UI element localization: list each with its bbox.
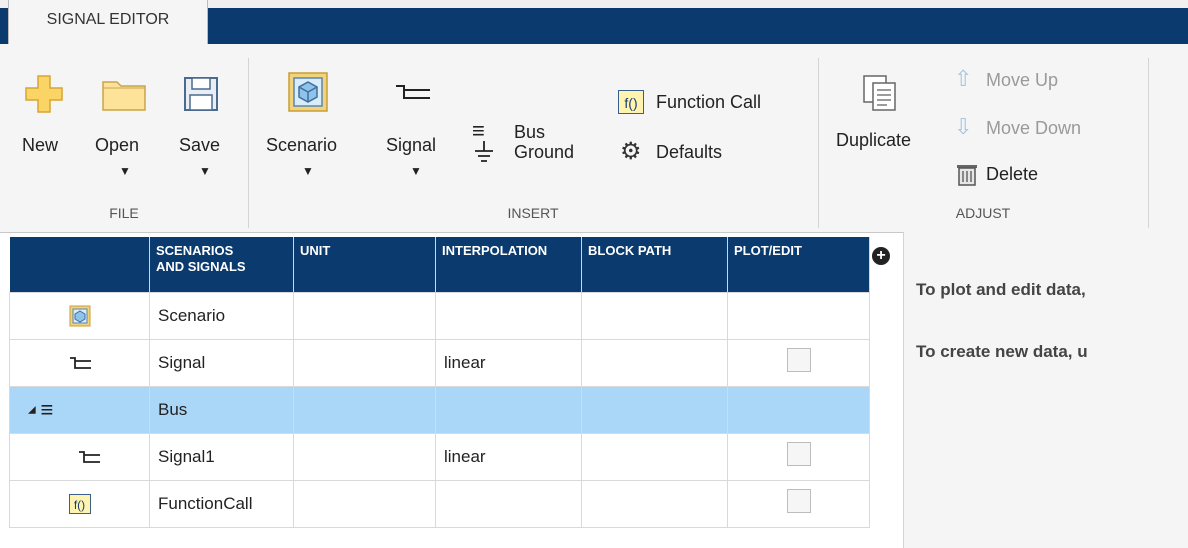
- scenario-dropdown-caret-icon: ▼: [302, 164, 314, 178]
- delete-label: Delete: [986, 164, 1039, 184]
- scenario-icon: [288, 72, 328, 112]
- row-unit[interactable]: [293, 432, 436, 481]
- function-call-icon: f(): [618, 90, 644, 114]
- plot-edit-checkbox[interactable]: [786, 442, 811, 466]
- plot-hint-text: To plot and edit data,: [916, 280, 1086, 299]
- group-divider: [1148, 58, 1149, 228]
- save-dropdown-caret-icon: ▼: [199, 164, 211, 178]
- row-interpolation[interactable]: [435, 291, 582, 340]
- signal-dropdown-caret-icon: ▼: [410, 164, 422, 178]
- row-unit[interactable]: [293, 291, 436, 340]
- add-column-icon[interactable]: +: [872, 247, 890, 265]
- signal-button[interactable]: Signal ▼: [380, 72, 450, 192]
- plot-pane: To plot and edit data, To create new dat…: [903, 232, 1188, 548]
- scenario-button[interactable]: Scenario ▼: [262, 72, 362, 192]
- ground-button[interactable]: Ground: [470, 138, 600, 168]
- row-unit[interactable]: [293, 385, 436, 434]
- arrow-down-icon: ⇩: [954, 114, 973, 139]
- row-plot-edit: [727, 479, 870, 528]
- duplicate-icon: [863, 75, 896, 111]
- row-block-path[interactable]: [581, 432, 728, 481]
- duplicate-label: Duplicate: [836, 130, 912, 150]
- duplicate-button[interactable]: Duplicate: [832, 72, 932, 172]
- group-divider: [818, 58, 819, 228]
- signals-table: SCENARIOS AND SIGNALS UNIT INTERPOLATION…: [9, 237, 870, 528]
- new-label: New: [22, 135, 59, 155]
- row-plot-edit: [727, 385, 870, 434]
- tab-signal-editor[interactable]: SIGNAL EDITOR: [8, 0, 208, 44]
- column-header-block-path[interactable]: BLOCK PATH: [581, 237, 728, 292]
- bus-icon: ≡: [40, 396, 54, 422]
- move-down-button[interactable]: ⇩ Move Down: [952, 114, 1132, 144]
- table-row-selected[interactable]: ◢ ≡ Bus: [9, 385, 870, 434]
- row-name[interactable]: FunctionCall: [149, 479, 294, 528]
- row-block-path[interactable]: [581, 385, 728, 434]
- group-divider: [248, 58, 249, 228]
- expand-triangle-icon[interactable]: ◢: [28, 404, 36, 415]
- row-unit[interactable]: [293, 338, 436, 387]
- row-interpolation[interactable]: linear: [435, 338, 582, 387]
- new-button[interactable]: New: [20, 72, 80, 192]
- function-call-button[interactable]: f() Function Call: [618, 88, 808, 118]
- row-interpolation[interactable]: [435, 479, 582, 528]
- row-interpolation[interactable]: [435, 385, 582, 434]
- ground-icon: [475, 141, 493, 162]
- folder-icon: [102, 81, 146, 111]
- table-row[interactable]: Scenario: [9, 291, 870, 340]
- open-label: Open: [95, 135, 140, 155]
- row-name[interactable]: Bus: [149, 385, 294, 434]
- adjust-group-label: ADJUST: [955, 205, 1011, 221]
- bus-icon: ≡: [472, 118, 485, 143]
- row-name[interactable]: Signal: [149, 338, 294, 387]
- column-header-scenarios-and-signals[interactable]: SCENARIOS AND SIGNALS: [149, 237, 294, 292]
- row-block-path[interactable]: [581, 291, 728, 340]
- open-button[interactable]: Open ▼: [95, 72, 160, 192]
- create-hint-text: To create new data, u: [916, 342, 1088, 361]
- row-plot-edit: [727, 432, 870, 481]
- move-down-label: Move Down: [986, 118, 1082, 138]
- row-unit[interactable]: [293, 479, 436, 528]
- function-call-label: Function Call: [656, 92, 762, 112]
- trash-icon: [957, 165, 977, 186]
- arrow-up-icon: ⇧: [954, 66, 973, 91]
- table-row[interactable]: f() FunctionCall: [9, 479, 870, 528]
- row-block-path[interactable]: [581, 338, 728, 387]
- signal-label: Signal: [386, 135, 437, 155]
- row-plot-edit: [727, 291, 870, 340]
- row-plot-edit: [727, 338, 870, 387]
- move-up-button[interactable]: ⇧ Move Up: [952, 66, 1102, 96]
- gear-icon: ⚙: [620, 138, 642, 165]
- insert-group-label: INSERT: [507, 205, 559, 221]
- row-block-path[interactable]: [581, 479, 728, 528]
- scenario-icon: [69, 305, 90, 326]
- table-header-row: SCENARIOS AND SIGNALS UNIT INTERPOLATION…: [9, 237, 870, 292]
- move-up-label: Move Up: [986, 70, 1059, 90]
- signal-icon: [69, 357, 91, 369]
- defaults-label: Defaults: [656, 142, 723, 162]
- signal-icon: [396, 85, 430, 99]
- delete-button[interactable]: Delete: [952, 160, 1082, 190]
- plot-edit-checkbox[interactable]: [786, 348, 811, 372]
- plot-edit-checkbox[interactable]: [786, 489, 811, 513]
- signal-icon: [78, 451, 100, 463]
- scenario-label: Scenario: [266, 135, 338, 155]
- row-interpolation[interactable]: linear: [435, 432, 582, 481]
- function-call-icon: f(): [68, 493, 91, 514]
- column-header-unit[interactable]: UNIT: [293, 237, 436, 292]
- row-name[interactable]: Scenario: [149, 291, 294, 340]
- row-name[interactable]: Signal1: [149, 432, 294, 481]
- open-dropdown-caret-icon: ▼: [119, 164, 131, 178]
- table-row[interactable]: Signal linear: [9, 338, 870, 387]
- save-icon: [184, 77, 218, 111]
- file-group-label: FILE: [109, 205, 139, 221]
- column-header-interpolation[interactable]: INTERPOLATION: [435, 237, 582, 292]
- ground-label: Ground: [514, 142, 575, 162]
- new-icon: [25, 75, 63, 113]
- column-header-plot-edit[interactable]: PLOT/EDIT: [727, 237, 870, 292]
- save-button[interactable]: Save ▼: [175, 72, 235, 192]
- table-row[interactable]: Signal1 linear: [9, 432, 870, 481]
- column-header-icon: [9, 237, 150, 292]
- defaults-button[interactable]: ⚙ Defaults: [618, 138, 768, 168]
- save-label: Save: [179, 135, 221, 155]
